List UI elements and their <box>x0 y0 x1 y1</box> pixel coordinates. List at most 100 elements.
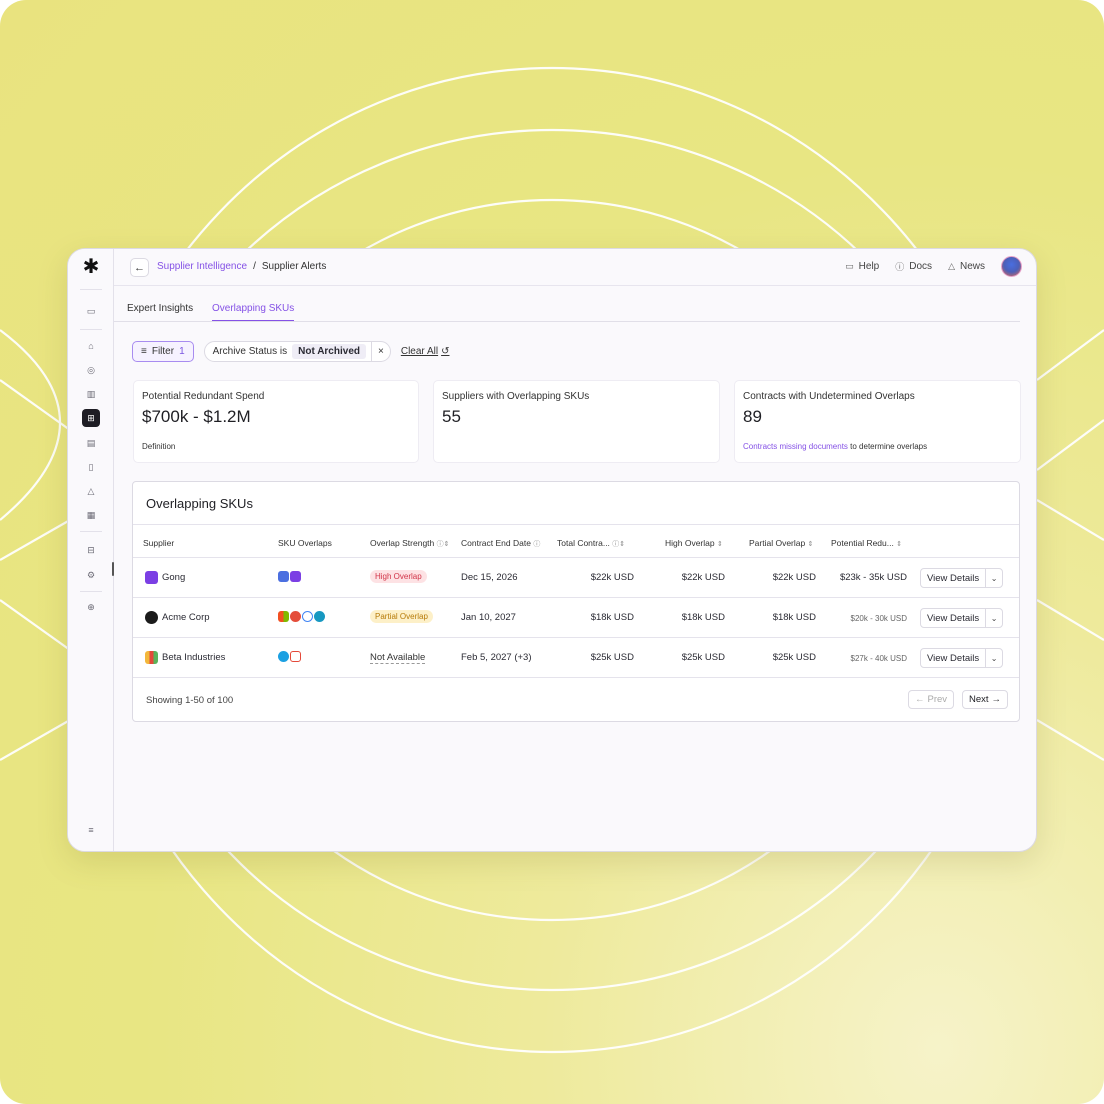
column-header-partial-overlap[interactable]: Partial Overlap ⇕ <box>749 538 813 548</box>
view-details-button[interactable]: View Details <box>921 609 985 627</box>
help-link[interactable]: ▭ Help <box>845 261 879 272</box>
app-window: ✱ ▭ ⌂ ◎ ▥ ⊞ ▤ ▯ △ ▦ ⊟ ⚙ ⊕ ≡ ← Supplier I… <box>67 248 1037 852</box>
filter-count: 1 <box>179 346 185 357</box>
filter-label: Filter <box>151 346 175 357</box>
asterisk-logo[interactable]: ✱ <box>82 257 100 277</box>
partial-overlap-value: $25k USD <box>772 652 816 663</box>
next-label: Next <box>969 694 989 705</box>
high-overlap-value: $22k USD <box>681 572 725 583</box>
database-icon[interactable]: ≡ <box>83 822 99 838</box>
github-logo-icon <box>145 611 158 624</box>
tab-expert-insights[interactable]: Expert Insights <box>127 303 193 320</box>
partial-overlap-badge: Partial Overlap <box>370 610 433 623</box>
bar-chart-icon[interactable]: ▥ <box>83 386 99 402</box>
panel-toggle-icon[interactable]: ▭ <box>83 303 99 319</box>
breadcrumb-parent-link[interactable]: Supplier Intelligence <box>157 261 247 272</box>
column-header-potential-redundant[interactable]: Potential Redu... ⇕ <box>831 538 902 548</box>
view-details-button[interactable]: View Details <box>921 649 985 667</box>
filter-button[interactable]: ≡ Filter 1 <box>132 341 194 362</box>
next-button[interactable]: Next → <box>962 690 1009 709</box>
tab-bar: Expert Insights Overlapping SKUs <box>114 286 1020 322</box>
google-icon <box>302 611 313 622</box>
column-header-label: Contract End Date <box>461 538 531 548</box>
column-header-label: Potential Redu... <box>831 538 894 548</box>
close-icon[interactable]: × <box>371 342 390 361</box>
stat-card-contracts: Contracts with Undetermined Overlaps 89 … <box>735 381 1020 462</box>
breadcrumb: Supplier Intelligence / Supplier Alerts <box>157 261 326 272</box>
home-icon[interactable]: ⌂ <box>83 338 99 354</box>
sort-icon: ⇕ <box>716 541 723 548</box>
stat-value: 89 <box>743 407 762 426</box>
total-contract-value: $18k USD <box>590 612 634 623</box>
breadcrumb-separator: / <box>253 261 256 272</box>
column-header-label: Partial Overlap <box>749 538 806 548</box>
sidebar-divider <box>80 289 102 290</box>
chevron-down-icon[interactable]: ⌄ <box>985 609 1002 627</box>
clear-all-button[interactable]: Clear All ↺ <box>401 346 450 357</box>
table-row[interactable]: Beta Industries Not Available Feb 5, 202… <box>133 638 1019 678</box>
table-row[interactable]: Acme Corp Partial Overlap Jan 10, 2027 $… <box>133 598 1019 638</box>
filter-icon: ≡ <box>141 346 147 357</box>
tab-overlapping-skus[interactable]: Overlapping SKUs <box>212 303 295 321</box>
help-label: Help <box>858 261 880 272</box>
chevron-down-icon[interactable]: ⌄ <box>985 569 1002 587</box>
topbar: ← Supplier Intelligence / Supplier Alert… <box>114 249 1036 286</box>
docs-link[interactable]: ⓘ Docs <box>895 260 932 273</box>
potential-redundant-value: $20k - 30k USD <box>850 614 907 623</box>
not-available-label: Not Available <box>370 652 426 664</box>
view-details-button[interactable]: View Details <box>921 569 985 587</box>
plus-circle-icon[interactable]: ⊕ <box>83 599 99 615</box>
high-overlap-badge: High Overlap <box>370 570 427 583</box>
table-row[interactable]: Gong High Overlap Dec 15, 2026 $22k USD … <box>133 558 1019 598</box>
high-overlap-value: $25k USD <box>681 652 725 663</box>
top-nav: ▭ Help ⓘ Docs △ News <box>845 256 1022 277</box>
stat-value: 55 <box>442 407 461 426</box>
view-details-button-group: View Details ⌄ <box>920 648 1004 668</box>
stat-label: Potential Redundant Spend <box>142 391 265 402</box>
avatar[interactable] <box>1001 256 1022 277</box>
definition-link[interactable]: Definition <box>142 442 175 451</box>
microsoft-icon <box>278 611 289 622</box>
sort-icon: ⇕ <box>443 541 450 548</box>
partial-overlap-value: $18k USD <box>772 612 816 623</box>
sidebar: ✱ ▭ ⌂ ◎ ▥ ⊞ ▤ ▯ △ ▦ ⊟ ⚙ ⊕ ≡ <box>68 249 114 851</box>
building-icon[interactable]: △ <box>83 483 99 499</box>
column-header-sku-overlaps[interactable]: SKU Overlaps <box>278 538 332 548</box>
sidebar-resize-handle[interactable] <box>112 562 114 576</box>
column-header-supplier[interactable]: Supplier <box>143 538 174 548</box>
back-arrow-icon[interactable]: ← <box>130 258 149 277</box>
sidebar-divider <box>80 329 102 330</box>
contract-end-date: Jan 10, 2027 <box>461 612 516 623</box>
column-header-label: High Overlap <box>665 538 715 548</box>
grid-icon[interactable]: ⊞ <box>82 409 100 427</box>
settings-icon[interactable]: ⚙ <box>83 567 99 583</box>
inbox-icon[interactable]: ▤ <box>83 435 99 451</box>
sidebar-divider <box>80 531 102 532</box>
app-icon <box>278 651 289 662</box>
stat-card-suppliers: Suppliers with Overlapping SKUs 55 <box>434 381 719 462</box>
contract-end-date: Feb 5, 2027 (+3) <box>461 652 532 663</box>
news-link[interactable]: △ News <box>948 261 985 272</box>
help-circle-icon: ⓘ <box>895 262 905 272</box>
target-icon[interactable]: ◎ <box>83 362 99 378</box>
table-icon[interactable]: ▦ <box>83 507 99 523</box>
column-header-total-contract[interactable]: Total Contra... ⓘ⇕ <box>557 538 625 549</box>
column-header-high-overlap[interactable]: High Overlap ⇕ <box>665 538 723 548</box>
news-label: News <box>959 261 985 272</box>
column-header-overlap-strength[interactable]: Overlap Strength ⓘ⇕ <box>370 538 450 549</box>
contracts-missing-documents-link[interactable]: Contracts missing documents <box>743 442 848 451</box>
gong-sku-icon <box>290 571 301 582</box>
breadcrumb-current: Supplier Alerts <box>261 261 327 272</box>
apps-icon[interactable]: ⊟ <box>83 542 99 558</box>
filter-chip[interactable]: Archive Status is Not Archived × <box>203 341 391 362</box>
supplier-name: Gong <box>162 572 186 583</box>
arrow-right-icon: → <box>991 694 1002 705</box>
chevron-down-icon[interactable]: ⌄ <box>985 649 1002 667</box>
stat-card-redundant-spend: Potential Redundant Spend $700k - $1.2M … <box>134 381 418 462</box>
prev-button[interactable]: ← Prev <box>908 690 955 709</box>
arrow-left-icon: ← <box>915 694 925 705</box>
overlap-strength: Partial Overlap <box>370 610 433 623</box>
table-footer: Showing 1-50 of 100 ← Prev Next → <box>133 678 1019 722</box>
document-icon[interactable]: ▯ <box>83 459 99 475</box>
column-header-contract-end-date[interactable]: Contract End Date ⓘ <box>461 538 540 549</box>
